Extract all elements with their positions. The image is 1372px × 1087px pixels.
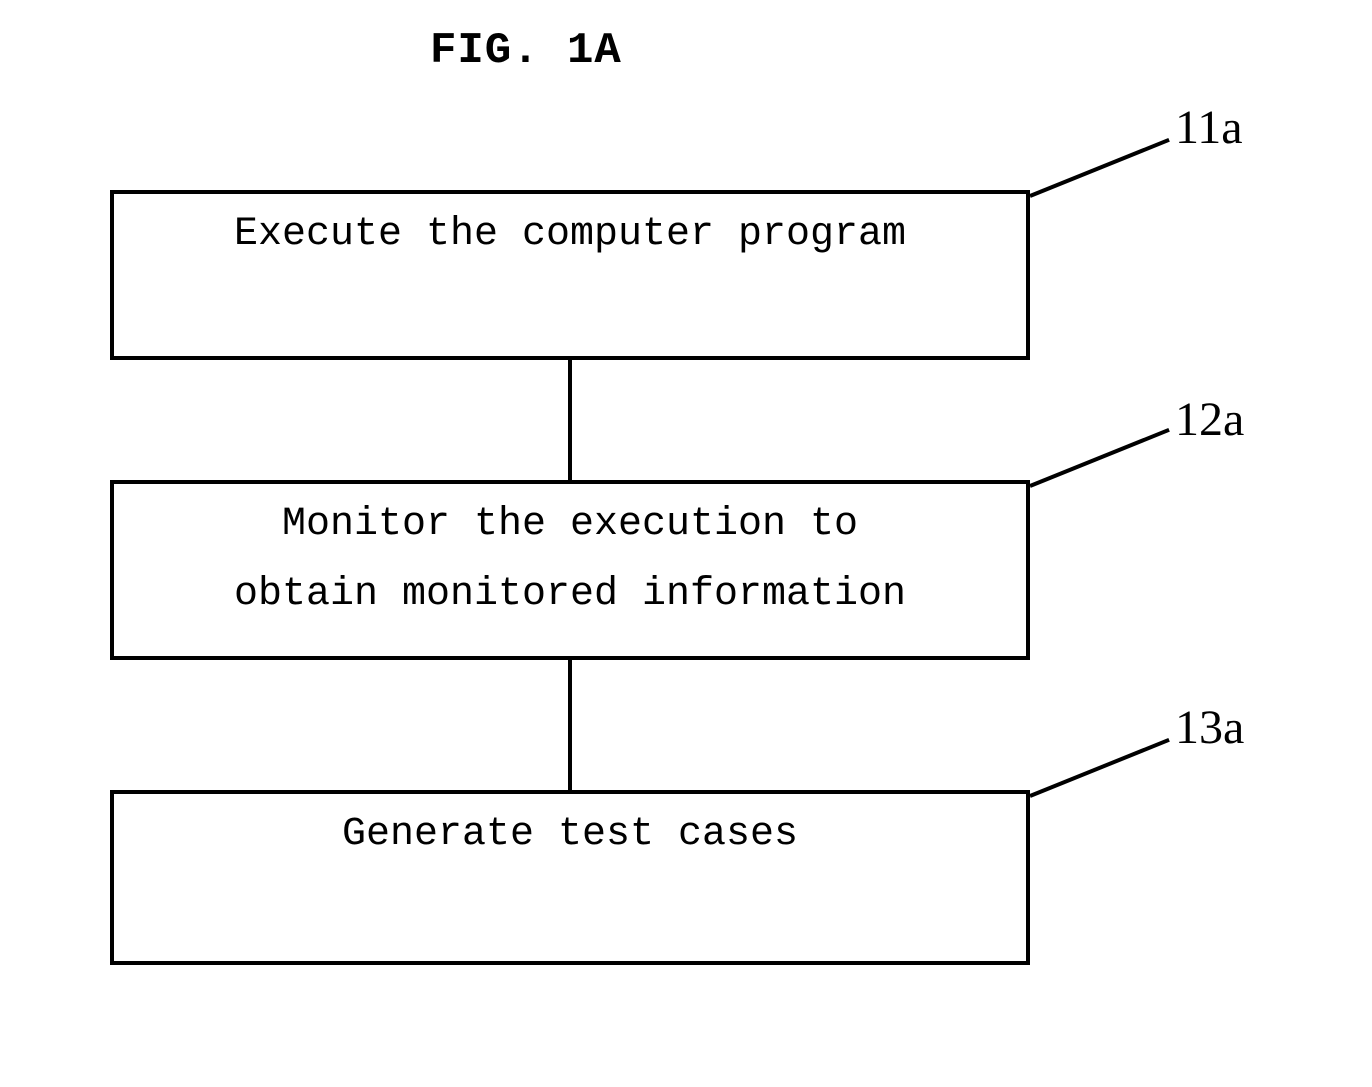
ref-label-12a: 12a (1175, 392, 1244, 447)
flow-box-12a-line2: obtain monitored information (150, 572, 990, 617)
flow-box-13a-text: Generate test cases (150, 812, 990, 857)
leader-11a (1029, 138, 1170, 198)
ref-label-13a: 13a (1175, 700, 1244, 755)
flow-box-12a-line1: Monitor the execution to (150, 502, 990, 547)
leader-12a (1029, 428, 1170, 488)
leader-13a (1029, 738, 1170, 798)
ref-label-11a: 11a (1175, 100, 1243, 155)
figure-title: FIG. 1A (430, 26, 622, 76)
flow-box-11a-text: Execute the computer program (150, 212, 990, 257)
connector-12a-13a (568, 660, 572, 790)
connector-11a-12a (568, 360, 572, 480)
